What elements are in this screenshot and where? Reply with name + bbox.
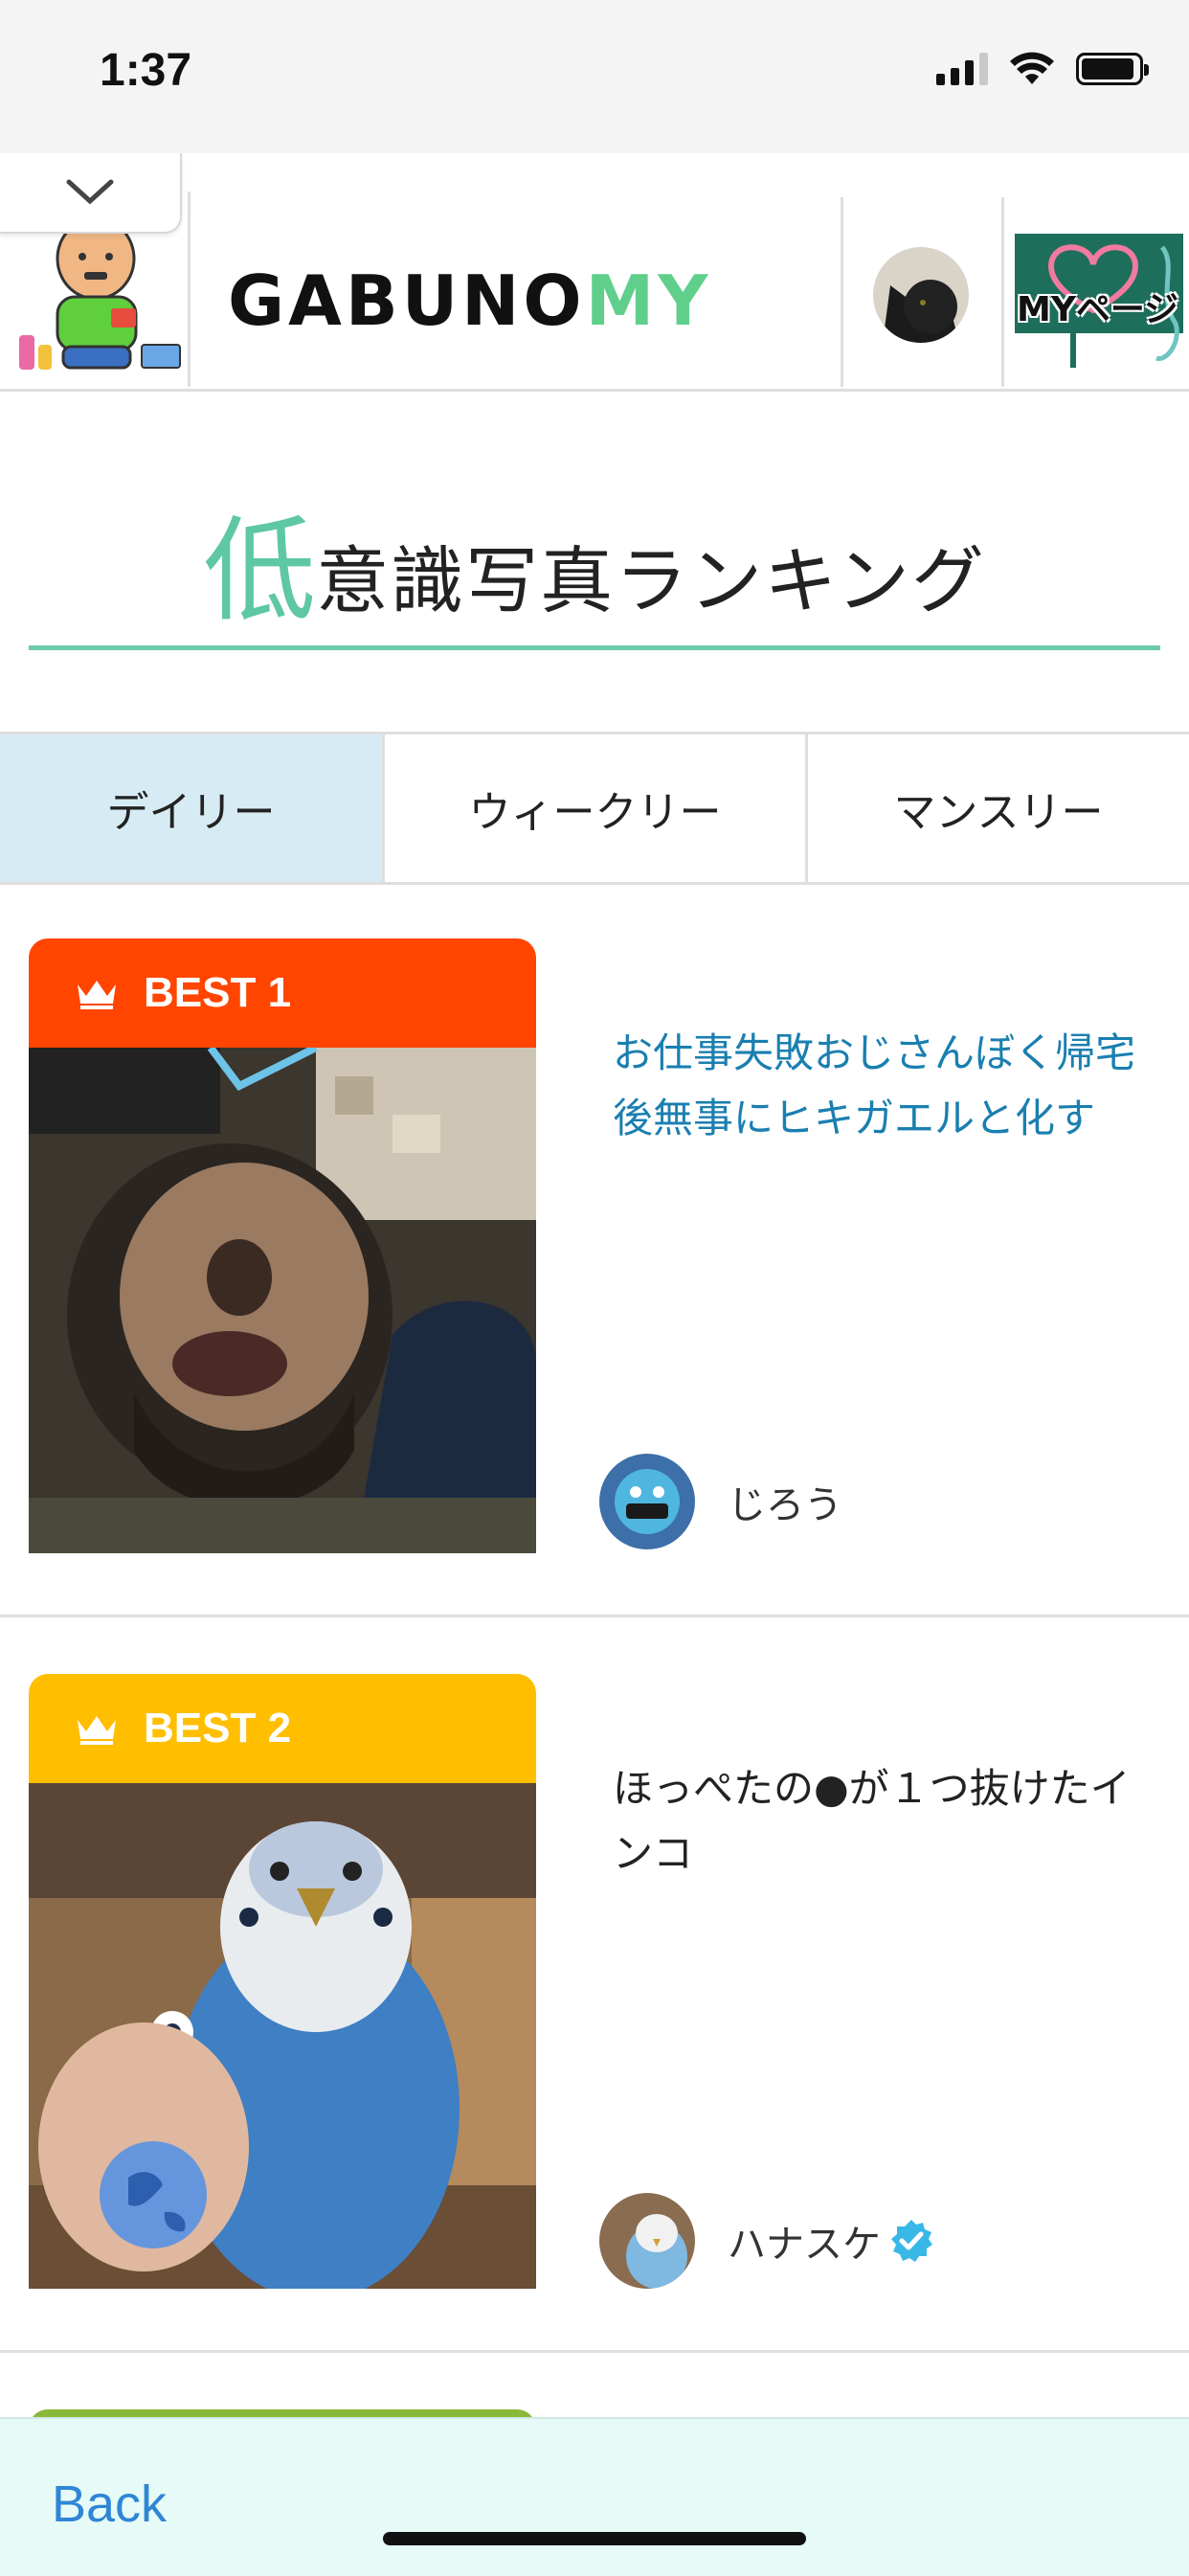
tab-weekly[interactable]: ウィークリー [385,734,808,882]
tab-monthly[interactable]: マンスリー [808,734,1189,882]
user-avatar[interactable] [599,2193,695,2289]
user-avatar[interactable] [873,247,969,343]
user-avatar[interactable] [599,1454,695,1549]
chevron-down-icon [66,179,114,205]
collapse-header-button[interactable] [0,153,182,234]
ranking-user[interactable]: じろう [599,1454,842,1549]
ranking-photo[interactable] [29,1048,536,1553]
crown-icon [78,981,116,1009]
rank-badge-label: BEST 1 [144,969,292,1016]
rank-badge-label: BEST 2 [144,1705,292,1751]
username[interactable]: ハナスケ [728,2213,881,2269]
home-indicator[interactable] [383,2532,806,2545]
verified-badge-icon [891,2220,932,2262]
ranking-photo[interactable] [29,1783,536,2289]
title-underline [29,645,1160,650]
page-title-accent: 低 [203,505,317,637]
rank-badge: BEST 2 [29,1674,536,1783]
status-bar: 1:37 [0,0,1189,153]
header-divider [1001,197,1004,387]
ranking-item[interactable]: BEST 1 お仕事失敗おじさんぼく帰宅後無事にヒキガエルと化す じろう [0,881,1189,1617]
rank-badge: BEST 1 [29,938,536,1048]
wifi-icon [1010,52,1054,84]
site-logo[interactable]: GABUNOMY [228,260,711,341]
header-divider [841,197,843,387]
logo-text-accent: MY [585,260,712,341]
back-button[interactable]: Back [52,2474,167,2534]
logo-text-main: GABUNO [228,260,586,341]
site-header: GABUNOMY MYページ [0,153,1189,392]
status-icons [936,52,1149,86]
username[interactable]: じろう [728,1474,842,1529]
ranking-title-link[interactable]: お仕事失敗おじさんぼく帰宅後無事にヒキガエルと化す [613,1021,1158,1151]
ranking-card[interactable]: BEST 1 [29,938,536,1553]
tab-daily[interactable]: デイリー [0,734,385,882]
ranking-card[interactable]: BEST 2 [29,1674,536,2289]
ranking-title[interactable]: ほっぺたの●が１つ抜けたインコ [613,1756,1158,1887]
cellular-signal-icon [936,53,988,85]
ranking-user[interactable]: ハナスケ [599,2193,934,2289]
status-time: 1:37 [100,45,192,96]
period-tabs: デイリー ウィークリー マンスリー [0,732,1189,885]
page-title-text: 意識写真ランキング [316,538,986,623]
page-title: 低意識写真ランキング [29,479,1160,643]
mypage-label: MYページ [1017,290,1179,329]
battery-icon [1076,53,1149,85]
mypage-button[interactable]: MYページ [1013,228,1189,372]
ranking-item[interactable]: BEST 2 ほっぺたの●が１つ抜けたインコ ハナスケ [0,1616,1189,2353]
bottom-toolbar: Back [0,2417,1189,2576]
crown-icon [78,1716,116,1745]
